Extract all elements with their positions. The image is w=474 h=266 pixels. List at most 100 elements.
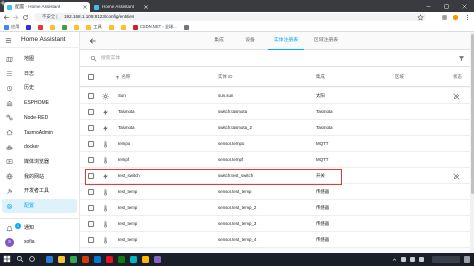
- search-icon[interactable]: [16, 255, 24, 263]
- notification-center-icon[interactable]: [464, 256, 470, 263]
- tab-areas[interactable]: 区域注册表: [314, 32, 338, 50]
- app-icon[interactable]: [118, 256, 125, 263]
- table-row[interactable]: test_temp sensor.test_temp_3 传感器: [80, 216, 470, 232]
- scrollbar-thumb[interactable]: [470, 34, 474, 194]
- screen: 配置 - Home Assistant Home Assistant 不安全 |…: [0, 0, 474, 266]
- sidebar-item-website[interactable]: 我的网站: [2, 170, 77, 184]
- chrome-icon[interactable]: [70, 256, 77, 263]
- app-icon[interactable]: [106, 256, 113, 263]
- sidebar-item-media[interactable]: 媒体浏览器: [2, 155, 77, 169]
- back-arrow-icon[interactable]: [89, 37, 97, 45]
- network-icon[interactable]: [401, 257, 406, 262]
- table-row[interactable]: test_temp sensor.test_temp_4 传感器: [80, 232, 470, 248]
- bookmark-favicon-icon: [74, 24, 80, 30]
- row-checkbox[interactable]: [88, 237, 94, 243]
- bookmark-item[interactable]: 工具: [86, 24, 102, 30]
- reload-icon[interactable]: [22, 14, 29, 21]
- security-indicator[interactable]: 不安全 |: [42, 13, 58, 21]
- url-text[interactable]: 192.168.1.109:8123/config/entities: [64, 13, 134, 21]
- folder-icon[interactable]: [58, 256, 65, 263]
- sidebar-item-map[interactable]: 地图: [2, 52, 77, 66]
- highlight-box: [85, 169, 342, 185]
- row-checkbox[interactable]: [88, 93, 94, 99]
- bookmark-item[interactable]: [50, 24, 56, 30]
- tab-devices[interactable]: 设备: [245, 32, 255, 50]
- close-window-button[interactable]: [456, 0, 473, 12]
- select-all-checkbox[interactable]: [88, 74, 94, 80]
- close-tab-icon[interactable]: [144, 5, 148, 9]
- bookmark-item[interactable]: [62, 24, 68, 30]
- new-tab-icon[interactable]: [0, 0, 6, 6]
- bookmark-item[interactable]: 应用: [4, 24, 19, 30]
- table-row[interactable]: Tasmota switch.tasmota_2 Tasmota: [80, 120, 470, 136]
- browser-tab-home[interactable]: Home Assistant: [91, 2, 151, 12]
- minimize-button[interactable]: [420, 0, 437, 12]
- maximize-button[interactable]: [438, 0, 455, 12]
- table-row[interactable]: Sun sun.sun 太阳: [80, 88, 470, 104]
- row-checkbox[interactable]: [88, 157, 94, 163]
- app-icon[interactable]: [82, 256, 89, 263]
- bookmark-item[interactable]: [26, 24, 32, 30]
- back-icon[interactable]: [3, 14, 10, 21]
- column-header-integration[interactable]: 集成: [316, 67, 325, 87]
- tab-entities[interactable]: 实体注册表: [274, 32, 298, 50]
- row-checkbox[interactable]: [88, 109, 94, 115]
- app-icon[interactable]: [154, 256, 161, 263]
- bookmark-item[interactable]: [120, 24, 126, 30]
- sidebar-item-developer-tools[interactable]: 开发者工具: [2, 184, 77, 198]
- sidebar-item-esphome[interactable]: ESPHOME: [2, 96, 77, 110]
- sidebar-item-logbook[interactable]: 日志: [2, 67, 77, 81]
- app-icon[interactable]: [94, 256, 101, 263]
- browser-tab-config[interactable]: 配置 - Home Assistant: [4, 2, 90, 12]
- row-checkbox[interactable]: [88, 141, 94, 147]
- forward-icon[interactable]: [12, 14, 19, 21]
- input-method-icon[interactable]: [419, 257, 424, 262]
- row-checkbox[interactable]: [88, 205, 94, 211]
- column-header-area[interactable]: 区域: [395, 67, 404, 87]
- bookmark-label: 应用: [11, 24, 20, 29]
- bookmark-item[interactable]: [183, 24, 189, 30]
- windows-start-icon[interactable]: [3, 255, 11, 263]
- bookmark-item[interactable]: [108, 24, 114, 30]
- bookmark-item[interactable]: [38, 24, 44, 30]
- tray-chevron-icon[interactable]: [392, 257, 397, 262]
- sidebar-item-docker[interactable]: docker: [2, 140, 77, 154]
- sidebar-item-history[interactable]: 历史: [2, 81, 77, 95]
- app-icon[interactable]: [130, 256, 137, 263]
- table-row[interactable]: tempf sensor.tempf MQTT: [80, 152, 470, 168]
- row-checkbox[interactable]: [88, 125, 94, 131]
- app-icon[interactable]: [142, 256, 149, 263]
- cortana-icon[interactable]: [28, 255, 36, 263]
- star-icon[interactable]: [417, 13, 424, 21]
- tab-integrations[interactable]: 集成: [214, 32, 224, 50]
- menu-icon[interactable]: [5, 37, 12, 44]
- filter-icon[interactable]: [458, 55, 465, 62]
- row-checkbox[interactable]: [88, 221, 94, 227]
- search-bar[interactable]: [80, 50, 470, 67]
- column-header-status[interactable]: 状态: [453, 67, 462, 87]
- search-input[interactable]: 搜索实体: [101, 50, 120, 67]
- extension-icon[interactable]: [441, 14, 448, 21]
- sidebar-divider: [0, 218, 80, 219]
- edge-icon[interactable]: [46, 256, 53, 263]
- clock[interactable]: [432, 256, 460, 263]
- bookmark-label: CSDN.NET - 全球...: [139, 24, 177, 29]
- close-tab-icon[interactable]: [83, 5, 87, 9]
- sidebar-item-config[interactable]: 配置: [2, 199, 77, 213]
- avatar[interactable]: s: [5, 238, 14, 247]
- browser-menu-icon[interactable]: [464, 14, 471, 21]
- sidebar-item-node-red[interactable]: Node-RED: [2, 111, 77, 125]
- volume-icon[interactable]: [410, 257, 415, 262]
- table-row[interactable]: test_temp sensor.test_temp_2 传感器: [80, 200, 470, 216]
- table-row[interactable]: tempo sensor.tempo MQTT: [80, 136, 470, 152]
- bookmark-item[interactable]: CSDN.NET - 全球...: [132, 24, 177, 30]
- column-header-name[interactable]: 名称: [115, 67, 130, 87]
- sidebar-item-tasmoadmin[interactable]: TasmoAdmin: [2, 126, 77, 140]
- table-row[interactable]: test_temp sensor.test_temp 传感器: [80, 184, 470, 200]
- profile-icon[interactable]: [452, 14, 459, 21]
- bookmark-item[interactable]: [74, 24, 80, 30]
- row-checkbox[interactable]: [88, 189, 94, 195]
- column-header-entity-id[interactable]: 实体 ID: [218, 67, 232, 87]
- sidebar-item-notifications[interactable]: 通知: [2, 221, 77, 235]
- table-row[interactable]: Tasmota switch.tasmota Tasmota: [80, 104, 470, 120]
